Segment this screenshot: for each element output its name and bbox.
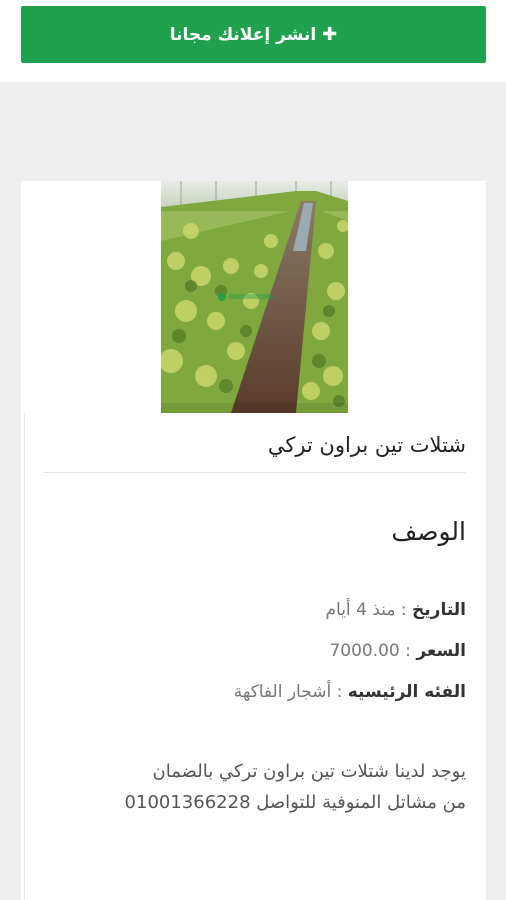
separator: :: [395, 600, 413, 620]
post-ad-label: انشر إعلانك مجانا: [169, 24, 317, 45]
date-row: التاريخ : منذ 4 أيام: [326, 600, 467, 620]
description-text: يوجد لدينا شتلات تين براون تركي بالضمان …: [36, 756, 466, 818]
separator: :: [331, 682, 348, 702]
price-value: 7000.00: [329, 641, 400, 661]
top-bar: ✚ انشر إعلانك مجانا: [0, 0, 506, 82]
description-line-1: يوجد لدينا شتلات تين براون تركي بالضمان: [152, 761, 466, 782]
category-value: أشجار الفاكهة: [233, 682, 332, 702]
divider: [43, 472, 466, 473]
description-line-2: من مشاتل المنوفية للتواصل 01001366228: [124, 792, 466, 813]
price-label: السعر: [416, 641, 466, 661]
date-value: منذ 4 أيام: [325, 600, 396, 620]
category-row: الفئه الرئيسيه : أشجار الفاكهة: [234, 682, 466, 702]
plus-icon: ✚: [322, 23, 338, 45]
price-row: السعر : 7000.00: [329, 641, 466, 661]
listing-details: شتلات تين براون تركي الوصف التاريخ : منذ…: [24, 413, 486, 900]
category-label: الفئه الرئيسيه: [347, 682, 466, 702]
listing-image-area: [21, 181, 486, 413]
post-ad-button[interactable]: ✚ انشر إعلانك مجانا: [21, 6, 486, 63]
description-heading: الوصف: [391, 517, 466, 546]
separator: :: [399, 641, 417, 661]
listing-title: شتلات تين براون تركي: [267, 433, 466, 457]
listing-photo[interactable]: [161, 181, 348, 413]
listing-card: شتلات تين براون تركي الوصف التاريخ : منذ…: [21, 181, 486, 900]
date-label: التاريخ: [412, 600, 466, 620]
